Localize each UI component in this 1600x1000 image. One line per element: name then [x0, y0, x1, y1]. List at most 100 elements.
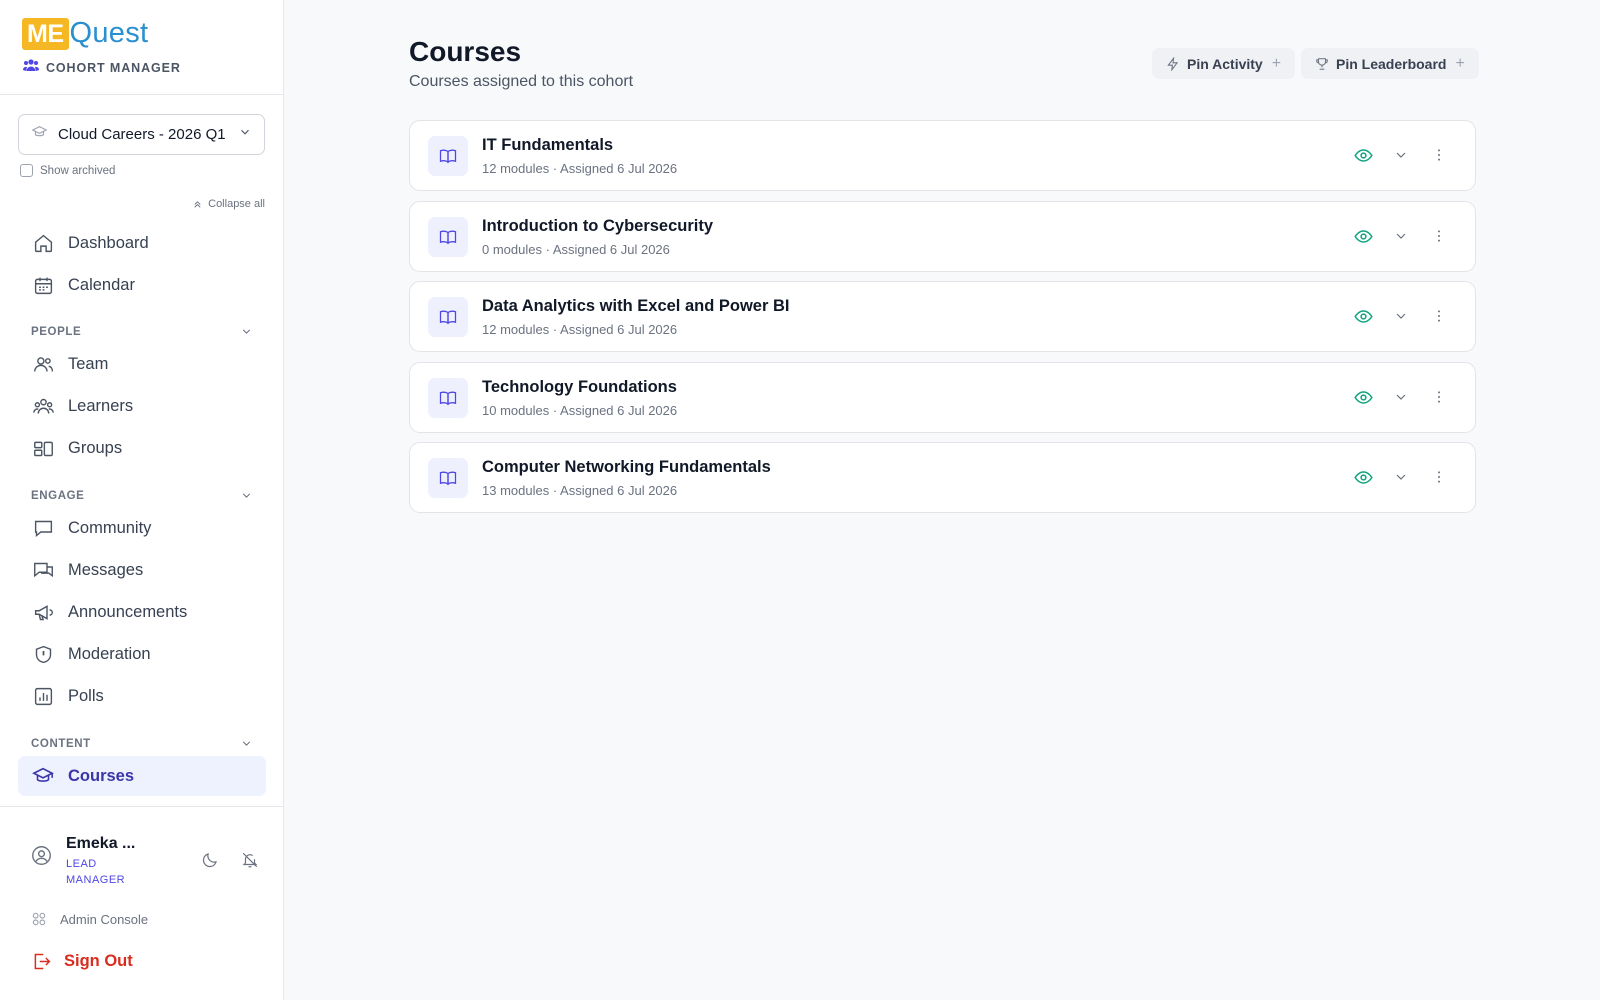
messages-icon	[32, 559, 54, 581]
course-row[interactable]: IT Fundamentals 12 modules · Assigned 6 J…	[409, 120, 1476, 191]
admin-console-label: Admin Console	[60, 911, 149, 927]
course-meta: 0 modules · Assigned 6 Jul 2026	[482, 242, 670, 257]
graduation-cap-icon	[31, 124, 48, 145]
nav-moderation[interactable]: Moderation	[18, 634, 266, 674]
pin-activity-button[interactable]: Pin Activity +	[1152, 48, 1296, 79]
nav-polls[interactable]: Polls	[18, 676, 266, 716]
book-open-icon	[428, 217, 468, 257]
more-vertical-icon[interactable]	[1427, 224, 1451, 248]
section-engage-label: ENGAGE	[31, 489, 85, 502]
nav-team[interactable]: Team	[18, 344, 266, 384]
brand-header: ME Quest COHORT MANAGER	[0, 0, 283, 95]
show-archived-label: Show archived	[40, 164, 116, 177]
shield-icon	[32, 643, 54, 665]
chevron-down-icon[interactable]	[1389, 304, 1413, 328]
course-actions	[1337, 465, 1451, 489]
course-row[interactable]: Introduction to Cybersecurity 0 modules ·…	[409, 201, 1476, 272]
nav-dashboard[interactable]: Dashboard	[18, 223, 266, 263]
chevron-down-icon[interactable]	[1389, 224, 1413, 248]
eye-icon[interactable]	[1351, 304, 1375, 328]
course-row[interactable]: Technology Foundations 10 modules · Assig…	[409, 362, 1476, 433]
book-open-icon	[428, 458, 468, 498]
eye-icon[interactable]	[1351, 385, 1375, 409]
chevron-down-icon[interactable]	[1389, 465, 1413, 489]
home-icon	[32, 232, 54, 254]
chevron-down-icon[interactable]	[1389, 143, 1413, 167]
course-row[interactable]: Data Analytics with Excel and Power BI 12…	[409, 281, 1476, 352]
course-actions	[1337, 304, 1451, 328]
nav-calendar[interactable]: Calendar	[18, 265, 266, 305]
collapse-all-button[interactable]: Collapse all	[192, 198, 265, 210]
chat-icon	[32, 517, 54, 539]
course-name[interactable]: Technology Foundations	[482, 378, 677, 397]
pin-activity-label: Pin Activity	[1187, 55, 1263, 72]
admin-console-link[interactable]: Admin Console	[31, 911, 148, 927]
sign-out-button[interactable]: Sign Out	[31, 951, 133, 972]
nav-announcements[interactable]: Announcements	[18, 592, 266, 632]
book-open-icon	[428, 297, 468, 337]
nav-moderation-label: Moderation	[68, 644, 151, 663]
megaphone-icon	[32, 601, 54, 623]
logo-quest: Quest	[69, 17, 149, 49]
eye-icon[interactable]	[1351, 465, 1375, 489]
chevrons-up-icon	[194, 200, 201, 208]
bell-off-icon[interactable]	[241, 851, 259, 874]
nav-community-label: Community	[68, 518, 152, 537]
nav-courses-label: Courses	[68, 766, 135, 785]
nav-community[interactable]: Community	[18, 508, 266, 548]
chevron-down-icon	[242, 329, 251, 334]
course-actions	[1337, 143, 1451, 167]
show-archived-checkbox[interactable]	[20, 164, 33, 177]
more-vertical-icon[interactable]	[1427, 465, 1451, 489]
show-archived-toggle[interactable]: Show archived	[20, 164, 115, 177]
course-meta: 13 modules · Assigned 6 Jul 2026	[482, 483, 678, 498]
course-name[interactable]: Data Analytics with Excel and Power BI	[482, 297, 789, 316]
logout-icon	[34, 953, 51, 970]
brand-subtitle-text: COHORT MANAGER	[46, 60, 181, 75]
course-name[interactable]: IT Fundamentals	[482, 136, 613, 155]
section-content[interactable]: CONTENT	[31, 737, 253, 750]
course-name[interactable]: Computer Networking Fundamentals	[482, 458, 771, 477]
book-open-icon	[428, 378, 468, 418]
lightning-icon	[1167, 56, 1179, 71]
sidebar-footer: Emeka ... LEAD MANAGER Admin Console Sig…	[0, 806, 284, 1000]
nav-messages[interactable]: Messages	[18, 550, 266, 590]
grid-icon	[32, 912, 46, 926]
trophy-icon	[1316, 57, 1328, 70]
sign-out-label: Sign Out	[64, 952, 133, 970]
pin-leaderboard-button[interactable]: Pin Leaderboard +	[1301, 48, 1479, 79]
section-engage[interactable]: ENGAGE	[31, 489, 253, 502]
moon-icon[interactable]	[201, 851, 219, 874]
more-vertical-icon[interactable]	[1427, 304, 1451, 328]
plus-icon: +	[1271, 54, 1282, 72]
nav-dashboard-label: Dashboard	[68, 233, 149, 252]
nav-team-label: Team	[68, 354, 109, 373]
plus-icon: +	[1455, 54, 1465, 72]
collapse-all-label: Collapse all	[208, 198, 265, 210]
nav-polls-label: Polls	[68, 686, 104, 705]
eye-icon[interactable]	[1351, 143, 1375, 167]
nav-groups-label: Groups	[68, 438, 123, 457]
course-name[interactable]: Introduction to Cybersecurity	[482, 217, 713, 236]
users-icon	[32, 353, 54, 375]
page-subtitle: Courses assigned to this cohort	[409, 73, 634, 90]
more-vertical-icon[interactable]	[1427, 385, 1451, 409]
learners-icon	[32, 395, 54, 417]
user-profile[interactable]: Emeka ... LEAD MANAGER	[31, 835, 136, 888]
app-logo[interactable]: ME Quest	[22, 17, 283, 50]
section-people-label: PEOPLE	[31, 325, 82, 338]
eye-icon[interactable]	[1351, 224, 1375, 248]
more-vertical-icon[interactable]	[1427, 143, 1451, 167]
logo-me: ME	[22, 17, 69, 50]
course-row[interactable]: Computer Networking Fundamentals 13 modul…	[409, 442, 1476, 513]
course-actions	[1337, 385, 1451, 409]
chevron-down-icon[interactable]	[1389, 385, 1413, 409]
cohort-select[interactable]: Cloud Careers - 2026 Q1	[18, 114, 265, 155]
poll-icon	[32, 685, 54, 707]
user-avatar-icon	[31, 845, 52, 871]
section-content-label: CONTENT	[31, 737, 91, 750]
nav-courses[interactable]: Courses	[18, 756, 266, 796]
section-people[interactable]: PEOPLE	[31, 325, 253, 338]
nav-learners[interactable]: Learners	[18, 386, 266, 426]
nav-groups[interactable]: Groups	[18, 428, 266, 468]
